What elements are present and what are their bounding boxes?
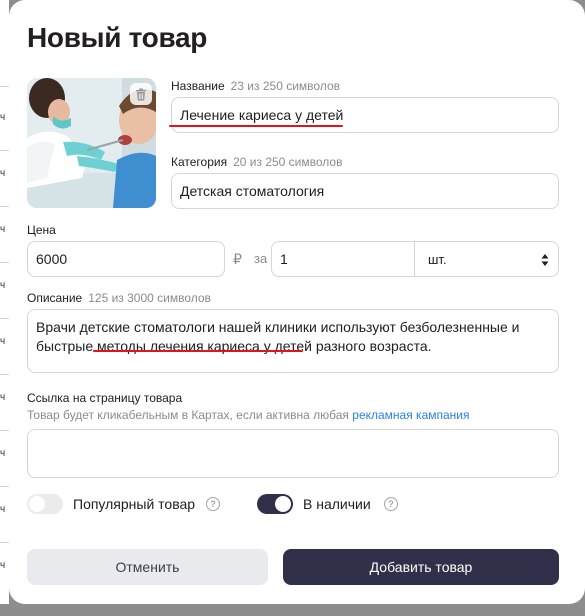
category-input[interactable]: Детская стоматология: [171, 173, 559, 209]
price-input-value: 6000: [36, 251, 68, 267]
unit-select[interactable]: шт.: [414, 241, 559, 277]
background-text: ч: [0, 392, 6, 403]
dialog-title: Новый товар: [27, 22, 208, 53]
currency-symbol: ₽: [233, 251, 242, 267]
description-highlight-underline: [93, 350, 303, 352]
category-input-value: Детская стоматология: [180, 183, 325, 199]
add-product-button[interactable]: Добавить товар: [283, 549, 559, 585]
description-label: Описание: [27, 291, 83, 305]
unit-select-value: шт.: [428, 251, 447, 267]
delete-photo-button[interactable]: [130, 83, 152, 105]
background-page: ч ч ч ч ч ч ч ч ч: [0, 0, 9, 616]
in-stock-toggle[interactable]: [257, 494, 293, 514]
background-divider: [0, 262, 9, 263]
description-counter: 125 из 3000 символов: [88, 291, 211, 305]
toggle-knob: [29, 496, 45, 512]
category-label: Категория: [171, 155, 228, 169]
background-divider: [0, 206, 9, 207]
name-input[interactable]: Лечение кариеса у детей: [171, 97, 559, 133]
quantity-input[interactable]: 1: [271, 241, 415, 277]
link-label: Ссылка на страницу товара: [27, 391, 183, 405]
background-divider: [0, 486, 9, 487]
background-divider: [0, 150, 9, 151]
name-label: Название: [171, 79, 225, 93]
ad-campaign-link[interactable]: рекламная кампания: [352, 408, 469, 422]
background-text: ч: [0, 336, 6, 347]
description-text: быстрые: [36, 338, 98, 354]
toggle-knob: [275, 496, 291, 512]
background-text: ч: [0, 560, 6, 571]
popular-toggle[interactable]: [27, 494, 63, 514]
in-stock-help-icon[interactable]: ?: [384, 497, 398, 511]
trash-icon: [136, 88, 146, 100]
background-text: ч: [0, 224, 6, 235]
description-text: разного возраста.: [311, 338, 432, 354]
name-label-row: Название 23 из 250 символов: [171, 79, 340, 93]
in-stock-label: В наличии: [303, 496, 371, 512]
category-counter: 20 из 250 символов: [233, 155, 343, 169]
overlay: [0, 604, 585, 616]
background-divider: [0, 430, 9, 431]
link-hint-text: Товар будет кликабельным в Картах, если …: [27, 408, 353, 422]
price-label: Цена: [27, 223, 56, 237]
background-text: ч: [0, 168, 6, 179]
updown-arrows-icon: [541, 254, 549, 266]
description-line-1: Врачи детские стоматологи нашей клиники …: [36, 319, 520, 335]
background-text: ч: [0, 448, 6, 459]
background-divider: [0, 318, 9, 319]
background-text: ч: [0, 504, 6, 515]
cancel-button[interactable]: Отменить: [27, 549, 268, 585]
popular-label: Популярный товар: [73, 496, 196, 512]
background-text: ч: [0, 112, 6, 123]
popular-help-icon[interactable]: ?: [206, 497, 220, 511]
description-line-2: быстрые методы лечения кариеса у детей р…: [36, 337, 550, 356]
background-divider: [0, 542, 9, 543]
new-product-dialog: Новый товар Название 23 из 250 символов …: [9, 0, 585, 604]
name-highlight-underline: [169, 125, 343, 127]
quantity-input-value: 1: [280, 251, 288, 267]
background-text: ч: [0, 280, 6, 291]
per-label: за: [254, 251, 268, 266]
name-input-value: Лечение кариеса у детей: [180, 107, 344, 123]
link-hint: Товар будет кликабельным в Картах, если …: [27, 408, 470, 422]
link-input[interactable]: [27, 429, 559, 478]
price-input[interactable]: 6000: [27, 241, 225, 277]
background-divider: [0, 374, 9, 375]
description-label-row: Описание 125 из 3000 символов: [27, 291, 211, 305]
description-textarea[interactable]: Врачи детские стоматологи нашей клиники …: [27, 309, 559, 373]
name-counter: 23 из 250 символов: [230, 79, 340, 93]
category-label-row: Категория 20 из 250 символов: [171, 155, 342, 169]
background-divider: [0, 86, 9, 87]
